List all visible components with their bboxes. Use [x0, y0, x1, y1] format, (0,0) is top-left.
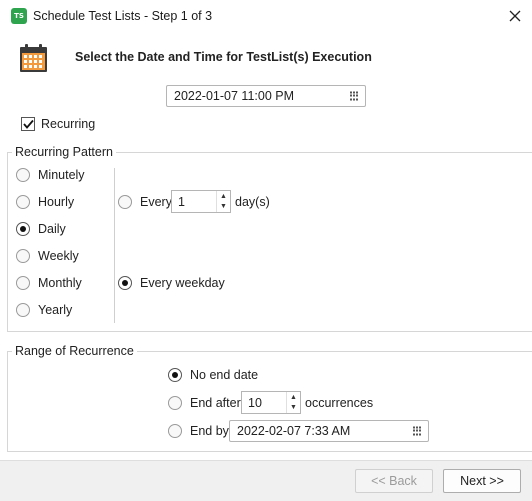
radio-label: Monthly — [38, 276, 82, 290]
recurring-pattern-group — [7, 152, 532, 332]
radio-label: Hourly — [38, 195, 75, 209]
start-datetime-field[interactable]: 2022-01-07 11:00 PM — [166, 85, 366, 107]
radio-button[interactable] — [16, 168, 30, 182]
pattern-monthly[interactable]: Monthly — [16, 276, 82, 290]
radio-button[interactable] — [118, 276, 132, 290]
start-datetime-value: 2022-01-07 11:00 PM — [174, 89, 294, 103]
every-label: Every — [140, 195, 172, 209]
close-icon — [509, 10, 521, 22]
end-by-option[interactable]: End by — [168, 424, 229, 438]
calendar-picker-icon[interactable] — [413, 426, 422, 436]
pattern-daily[interactable]: Daily — [16, 222, 66, 236]
radio-button[interactable] — [168, 424, 182, 438]
radio-button[interactable] — [168, 368, 182, 382]
radio-button[interactable] — [118, 195, 132, 209]
every-n-days-option[interactable]: Every — [118, 195, 172, 209]
every-days-stepper[interactable]: 1 ▲ ▼ — [171, 190, 231, 213]
radio-label: Yearly — [38, 303, 73, 317]
end-after-label: End after — [190, 396, 241, 410]
calendar-picker-icon[interactable] — [350, 91, 359, 101]
every-unit-label: day(s) — [235, 195, 270, 209]
spin-down-icon[interactable]: ▼ — [217, 202, 230, 213]
radio-button[interactable] — [16, 276, 30, 290]
radio-button[interactable] — [16, 195, 30, 209]
pattern-minutely[interactable]: Minutely — [16, 168, 85, 182]
no-end-date-label: No end date — [190, 368, 259, 382]
end-by-datetime-value: 2022-02-07 7:33 AM — [237, 424, 351, 438]
end-by-datetime-field[interactable]: 2022-02-07 7:33 AM — [229, 420, 429, 442]
radio-button[interactable] — [16, 303, 30, 317]
next-button[interactable]: Next >> — [443, 469, 521, 493]
checkmark-icon — [22, 119, 34, 129]
pattern-yearly[interactable]: Yearly — [16, 303, 72, 317]
divider — [114, 168, 115, 323]
recurring-checkbox[interactable] — [21, 117, 35, 131]
pattern-weekly[interactable]: Weekly — [16, 249, 79, 263]
recurring-checkbox-row[interactable]: Recurring — [21, 117, 95, 131]
close-button[interactable] — [500, 2, 530, 30]
every-days-value[interactable]: 1 — [172, 191, 216, 212]
no-end-date-option[interactable]: No end date — [168, 368, 258, 382]
spin-up-icon[interactable]: ▲ — [287, 392, 300, 403]
title-bar: TS Schedule Test Lists - Step 1 of 3 — [0, 0, 532, 32]
radio-button[interactable] — [168, 396, 182, 410]
radio-label: Weekly — [38, 249, 79, 263]
calendar-icon — [20, 44, 47, 72]
spin-up-icon[interactable]: ▲ — [217, 191, 230, 202]
pattern-hourly[interactable]: Hourly — [16, 195, 74, 209]
radio-label: Minutely — [38, 168, 85, 182]
occurrences-label: occurrences — [305, 396, 374, 410]
radio-button[interactable] — [16, 249, 30, 263]
recurring-pattern-legend: Recurring Pattern — [12, 145, 116, 159]
recurring-label: Recurring — [41, 117, 96, 131]
every-weekday-label: Every weekday — [140, 276, 225, 290]
radio-label: Daily — [38, 222, 66, 236]
range-legend: Range of Recurrence — [12, 344, 137, 358]
spin-down-icon[interactable]: ▼ — [287, 403, 300, 414]
occurrences-value[interactable]: 10 — [242, 392, 286, 413]
occurrences-stepper[interactable]: 10 ▲ ▼ — [241, 391, 301, 414]
end-by-label: End by — [190, 424, 229, 438]
radio-button[interactable] — [16, 222, 30, 236]
every-weekday-option[interactable]: Every weekday — [118, 276, 225, 290]
end-after-option[interactable]: End after — [168, 396, 241, 410]
window-title: Schedule Test Lists - Step 1 of 3 — [33, 9, 213, 23]
back-button[interactable]: << Back — [355, 469, 433, 493]
app-icon: TS — [11, 8, 27, 24]
header-title: Select the Date and Time for TestList(s)… — [75, 50, 372, 64]
